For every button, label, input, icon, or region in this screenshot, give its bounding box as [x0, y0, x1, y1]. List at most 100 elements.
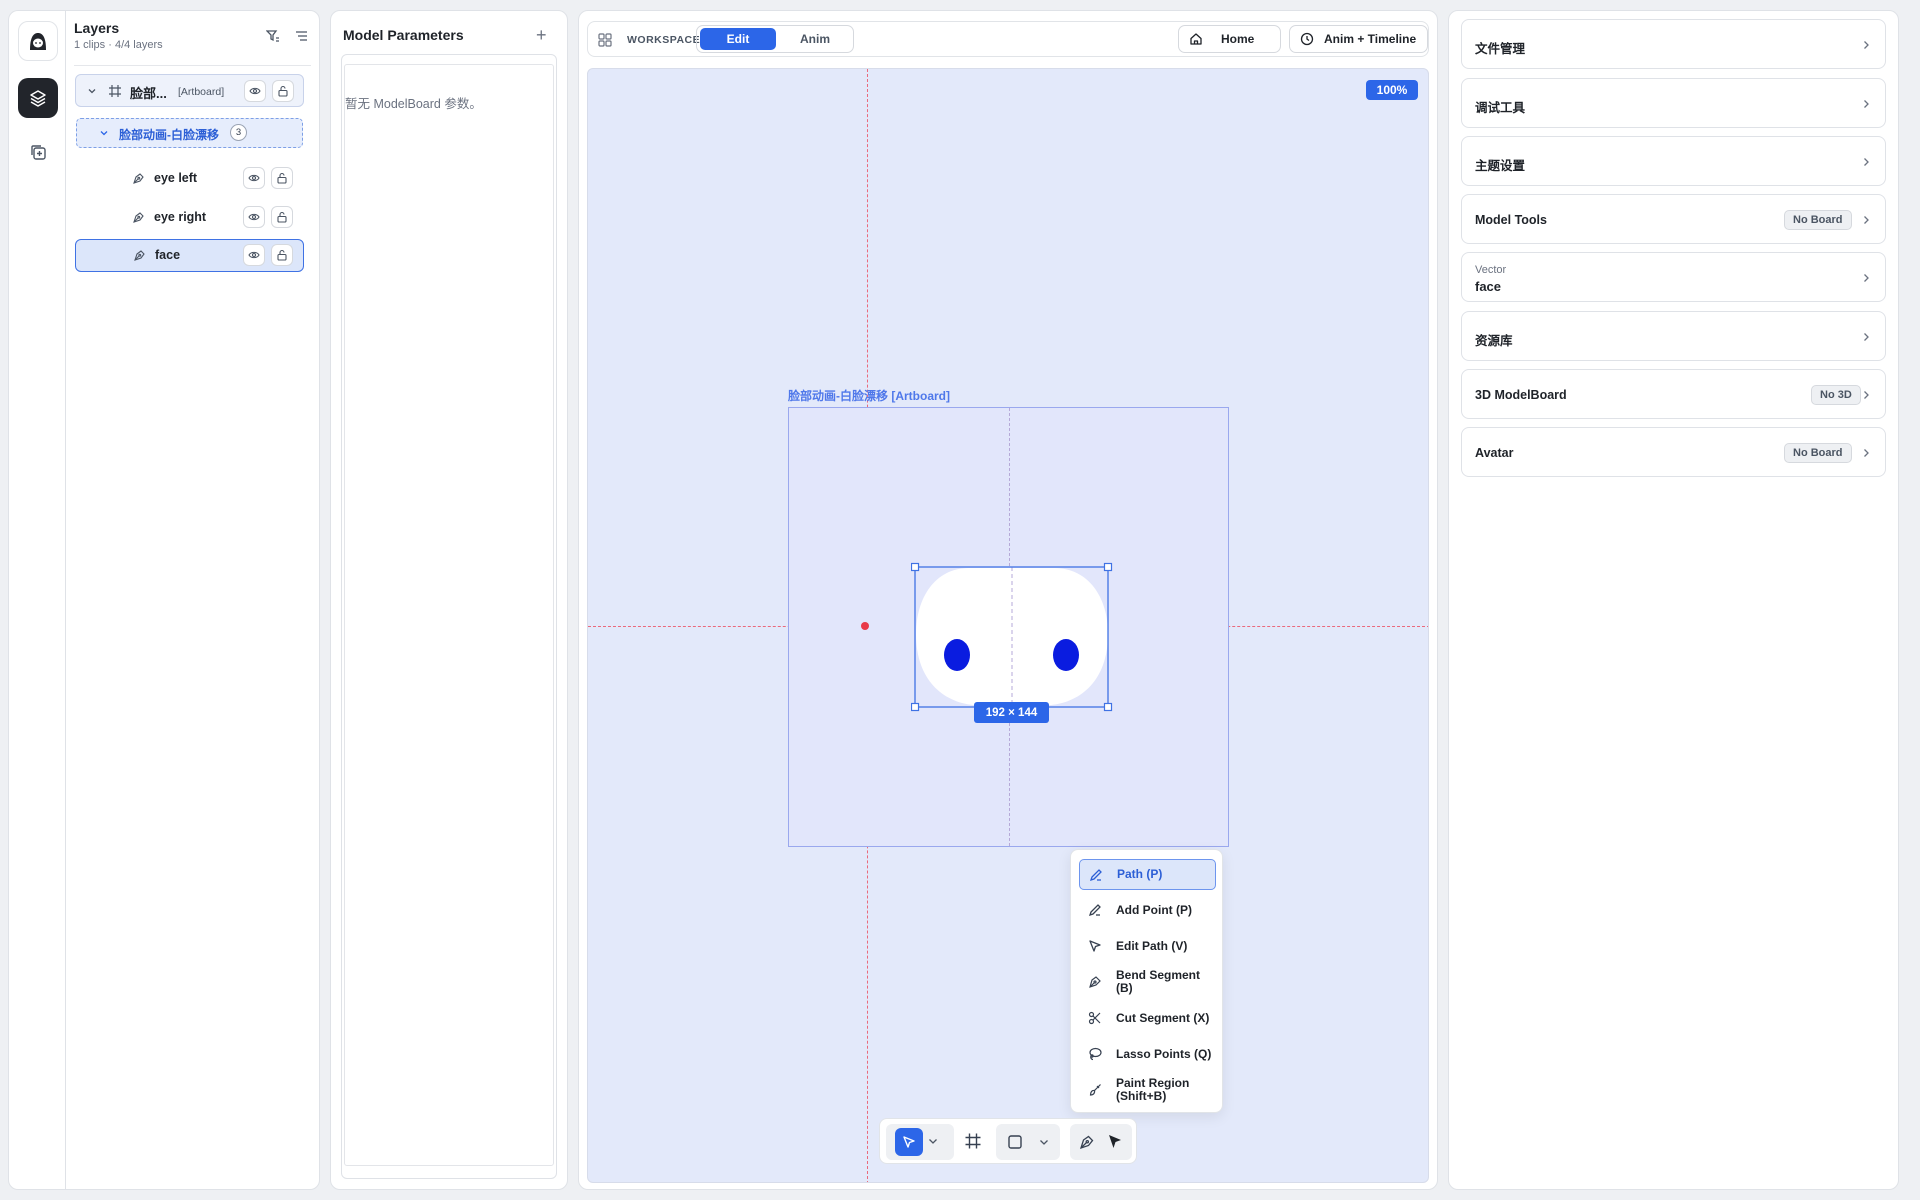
- chevron-down-icon[interactable]: [87, 86, 97, 96]
- visibility-eye-icon[interactable]: [244, 80, 266, 102]
- select-tool-group: [886, 1124, 954, 1160]
- visibility-eye-icon[interactable]: [243, 244, 265, 266]
- bend-pen-icon: [1088, 975, 1102, 989]
- chevron-right-icon: [1860, 331, 1872, 343]
- zoom-level[interactable]: 100%: [1366, 80, 1418, 100]
- pencil-icon: [1088, 903, 1102, 917]
- vector-pen-icon: [132, 211, 145, 224]
- design-canvas[interactable]: 脸部动画-白脸漂移 [Artboard] 192 × 144 100%: [587, 68, 1429, 1183]
- divider: [74, 65, 311, 66]
- card-vector-selection[interactable]: Vector face: [1461, 252, 1886, 302]
- layer-row-artboard[interactable]: 脸部... [Artboard]: [75, 74, 304, 107]
- card-asset-library[interactable]: 资源库: [1461, 311, 1886, 361]
- add-board-icon[interactable]: [18, 132, 58, 172]
- menu-item-path[interactable]: Path (P): [1079, 859, 1216, 890]
- lock-icon[interactable]: [272, 80, 294, 102]
- avatar-icon[interactable]: [18, 21, 58, 61]
- parameters-list[interactable]: [344, 64, 554, 1166]
- layers-stack-icon[interactable]: [18, 78, 58, 118]
- card-3d-modelboard[interactable]: 3D ModelBoard No 3D: [1461, 369, 1886, 419]
- home-button[interactable]: Home: [1178, 25, 1281, 53]
- workspace-toolbar: WORKSPACE Edit Anim Home Anim + Timeline: [587, 21, 1429, 57]
- workspace-grid-icon: [598, 33, 612, 47]
- select-tool-button[interactable]: [895, 1128, 923, 1156]
- menu-item-cut-segment[interactable]: Cut Segment (X): [1079, 1003, 1216, 1033]
- menu-item-bend-segment[interactable]: Bend Segment (B): [1079, 967, 1216, 997]
- menu-item-add-point[interactable]: Add Point (P): [1079, 897, 1216, 923]
- lock-icon[interactable]: [271, 206, 293, 228]
- card-model-tools[interactable]: Model Tools No Board: [1461, 194, 1886, 244]
- home-icon: [1189, 32, 1203, 46]
- chevron-right-icon: [1860, 214, 1872, 226]
- vector-pen-icon: [133, 249, 146, 262]
- origin-point[interactable]: [861, 622, 869, 630]
- visibility-eye-icon[interactable]: [243, 167, 265, 189]
- canvas-panel: WORKSPACE Edit Anim Home Anim + Timeline…: [578, 10, 1438, 1190]
- face-shape-selection[interactable]: [911, 562, 1113, 712]
- artboard-name: 脸部...: [130, 86, 167, 101]
- lasso-icon: [1088, 1047, 1102, 1061]
- model-parameters-title: Model Parameters: [343, 27, 464, 43]
- chevron-down-icon[interactable]: [927, 1135, 939, 1147]
- chevron-right-icon: [1860, 156, 1872, 168]
- chevron-down-icon[interactable]: [1038, 1136, 1050, 1148]
- frame-hash-icon[interactable]: [964, 1132, 982, 1150]
- pen-tool-icon[interactable]: [1079, 1134, 1095, 1150]
- app-rail: [8, 10, 65, 1190]
- visibility-eye-icon[interactable]: [243, 206, 265, 228]
- anim-timeline-label: Anim + Timeline: [1324, 32, 1417, 46]
- pencil-icon: [1089, 868, 1103, 882]
- workspace-label: WORKSPACE: [627, 34, 701, 46]
- status-badge: No Board: [1784, 210, 1852, 230]
- mode-switch: Edit Anim: [696, 25, 854, 53]
- layer-row-eye-left[interactable]: eye left: [75, 162, 304, 195]
- status-badge: No Board: [1784, 443, 1852, 463]
- card-debug-tools[interactable]: 调试工具: [1461, 78, 1886, 128]
- layer-name: eye left: [154, 171, 198, 185]
- chevron-right-icon: [1860, 39, 1872, 51]
- empty-parameters-message: 暂无 ModelBoard 参数。: [345, 97, 482, 111]
- layer-row-eye-right[interactable]: eye right: [75, 201, 304, 234]
- bottom-tool-bar: [879, 1118, 1137, 1164]
- menu-item-edit-path[interactable]: Edit Path (V): [1079, 933, 1216, 959]
- status-badge: No 3D: [1811, 385, 1861, 405]
- layer-row-group[interactable]: 脸部动画-白脸漂移 3: [76, 118, 303, 148]
- group-count-badge: 3: [230, 124, 247, 141]
- menu-item-lasso-points[interactable]: Lasso Points (Q): [1079, 1039, 1216, 1069]
- artboard-label: 脸部动画-白脸漂移 [Artboard]: [788, 389, 950, 403]
- card-theme-settings[interactable]: 主题设置: [1461, 136, 1886, 186]
- shape-tool-group: [996, 1124, 1060, 1160]
- menu-item-paint-region[interactable]: Paint Region (Shift+B): [1079, 1075, 1216, 1105]
- chevron-down-icon[interactable]: [99, 128, 109, 138]
- card-file-management[interactable]: 文件管理: [1461, 19, 1886, 69]
- anim-mode-tab[interactable]: Anim: [779, 28, 851, 50]
- rectangle-icon[interactable]: [1007, 1134, 1023, 1150]
- layers-panel: Layers 1 clips · 4/4 layers 脸部... [Artbo…: [65, 10, 320, 1190]
- layer-row-face[interactable]: face: [75, 239, 304, 272]
- artboard-hash-icon: [108, 84, 122, 98]
- home-label: Home: [1221, 32, 1255, 46]
- layer-name: eye right: [154, 210, 207, 224]
- scissors-icon: [1088, 1011, 1102, 1025]
- artboard-tag: [Artboard]: [178, 86, 225, 98]
- layers-title: Layers: [74, 20, 120, 36]
- group-name: 脸部动画-白脸漂移: [119, 128, 219, 142]
- pen-tool-group: [1070, 1124, 1132, 1160]
- chevron-right-icon: [1860, 98, 1872, 110]
- filter-icon[interactable]: [266, 29, 280, 43]
- anim-timeline-button[interactable]: Anim + Timeline: [1289, 25, 1428, 53]
- lock-icon[interactable]: [271, 167, 293, 189]
- add-parameter-button[interactable]: +: [536, 26, 547, 44]
- sort-icon[interactable]: [295, 29, 309, 43]
- vector-pen-icon: [132, 172, 145, 185]
- cursor-arrow-icon[interactable]: [1106, 1133, 1124, 1151]
- path-tools-menu: Path (P) Add Point (P) Edit Path (V) Ben…: [1070, 849, 1223, 1113]
- lock-icon[interactable]: [271, 244, 293, 266]
- cursor-arrow-icon: [1088, 939, 1102, 953]
- chevron-right-icon: [1860, 389, 1872, 401]
- clock-icon: [1300, 32, 1314, 46]
- layers-summary: 1 clips · 4/4 layers: [74, 39, 163, 51]
- card-avatar[interactable]: Avatar No Board: [1461, 427, 1886, 477]
- edit-mode-tab[interactable]: Edit: [700, 28, 776, 50]
- chevron-right-icon: [1860, 272, 1872, 284]
